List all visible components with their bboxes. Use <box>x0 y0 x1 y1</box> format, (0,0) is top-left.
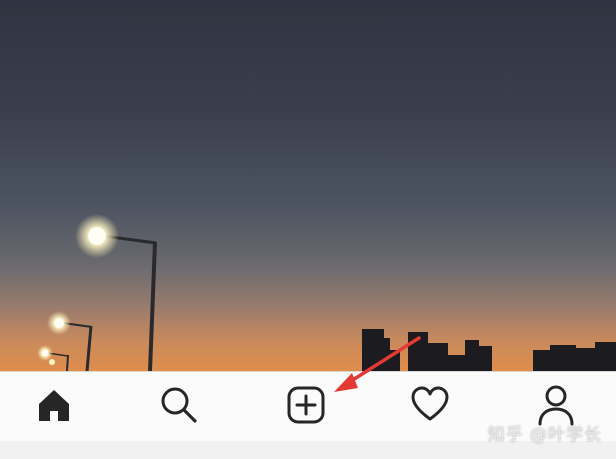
tab-search[interactable] <box>139 372 219 442</box>
city-skyline <box>362 329 616 371</box>
dusk-skyline-illustration <box>37 214 616 371</box>
tab-activity[interactable] <box>390 372 470 442</box>
tab-home[interactable] <box>14 372 94 442</box>
watermark: 知乎 @叶学长 <box>487 425 602 445</box>
search-icon <box>159 385 199 429</box>
background-photo <box>0 0 616 371</box>
home-icon <box>35 386 73 428</box>
tab-new-post[interactable] <box>266 372 346 442</box>
add-post-icon <box>286 385 326 429</box>
street-lamp-small <box>37 345 69 371</box>
street-lamp-large <box>75 214 157 371</box>
heart-icon <box>410 385 450 429</box>
